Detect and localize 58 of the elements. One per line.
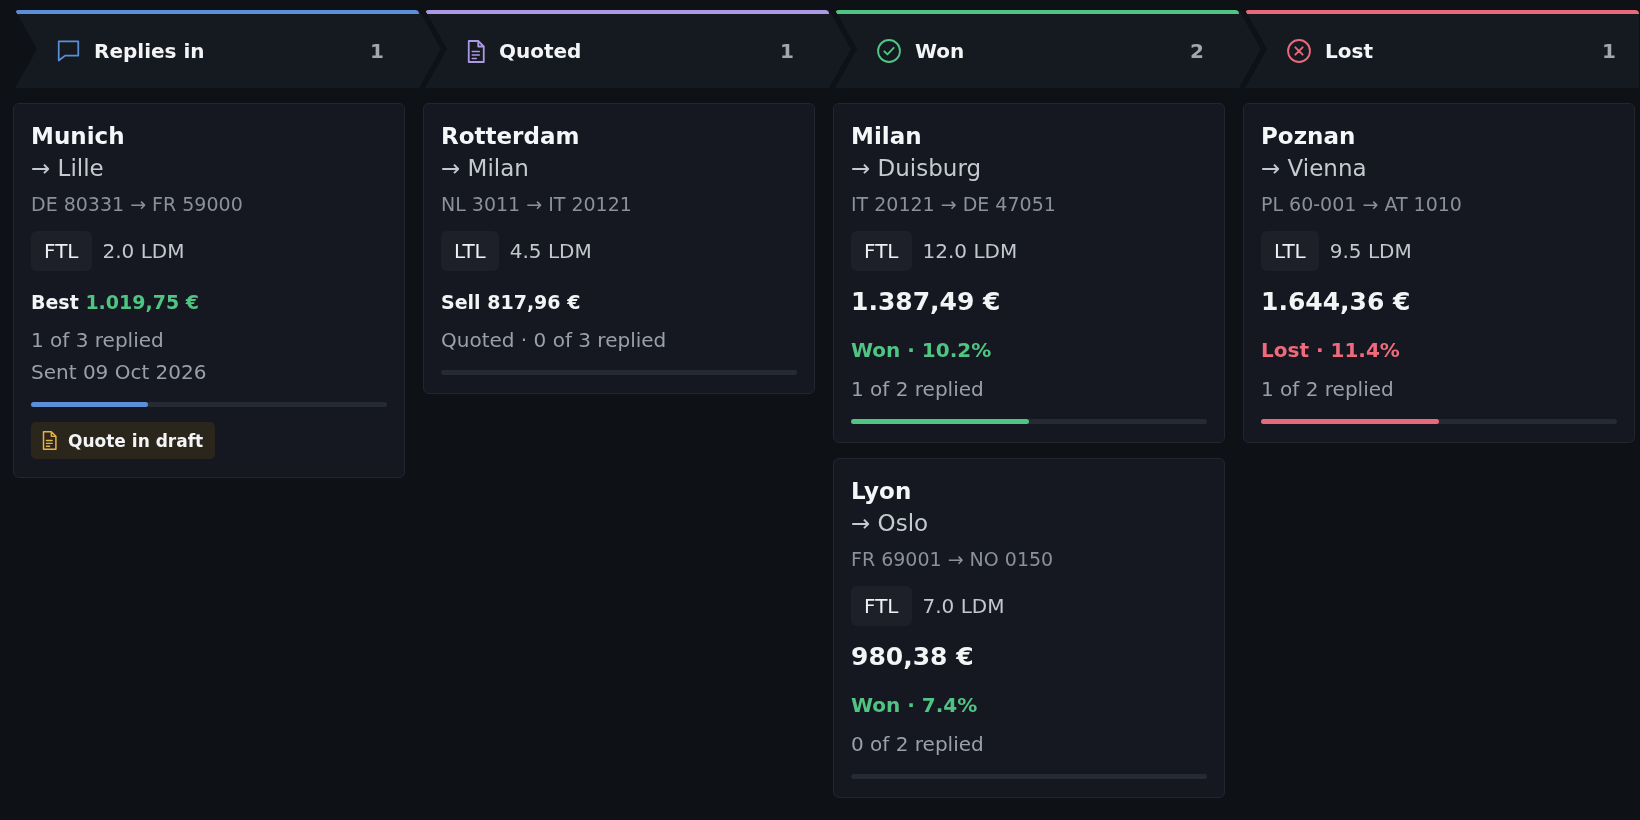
chat-bubble-icon (57, 40, 80, 62)
origin-city: Rotterdam (441, 122, 581, 151)
origin-city: Lyon (851, 477, 913, 506)
column-count: 2 (1190, 39, 1204, 63)
origin-city: Munich (31, 122, 126, 151)
destination-city: → Oslo (851, 509, 930, 538)
destination-city: → Lille (31, 154, 105, 183)
postal-route: FR 69001 → NO 0150 (851, 547, 1055, 572)
load-type-tag: FTL (31, 231, 92, 271)
card-note: Sent 09 Oct 2026 (31, 359, 208, 386)
price-amount: 1.387,49 € (851, 286, 1002, 318)
load-type-tag: FTL (851, 586, 912, 626)
load-type-tag: FTL (851, 231, 912, 271)
loading-meters: 4.5 LDM (509, 239, 592, 263)
destination-city: → Vienna (1261, 154, 1368, 183)
column-count: 1 (370, 39, 384, 63)
card-note: 1 of 3 replied (31, 327, 165, 354)
postal-route: NL 3011 → IT 20121 (441, 192, 633, 217)
destination-city: → Duisburg (851, 154, 983, 183)
destination-city: → Milan (441, 154, 530, 183)
column-count: 1 (780, 39, 794, 63)
card-note: 0 of 2 replied (851, 731, 985, 758)
column-title: Lost (1325, 39, 1374, 63)
column-count: 1 (1602, 39, 1616, 63)
price-line: Sell 817,96 € (441, 290, 582, 315)
loading-meters: 12.0 LDM (922, 239, 1018, 263)
document-icon (467, 39, 485, 63)
price-line: Best 1.019,75 € (31, 290, 200, 315)
outcome-status: Won · 7.4% (851, 692, 979, 719)
loading-meters: 9.5 LDM (1329, 239, 1412, 263)
card-note: 1 of 2 replied (1261, 376, 1395, 403)
shipment-card[interactable]: Lyon → Oslo FR 69001 → NO 0150 FTL 7.0 LDM 980,38 € Won · 7.4% 0 of 2 replied (833, 458, 1225, 798)
card-note: Quoted · 0 of 3 replied (441, 327, 668, 354)
shipment-card[interactable]: Milan → Duisburg IT 20121 → DE 47051 FTL 12.0 LDM 1.387,49 € Won · 10.2% 1 of 2 replied (833, 103, 1225, 443)
draft-badge: Quote in draft (31, 422, 216, 459)
origin-city: Poznan (1261, 122, 1357, 151)
load-type-tag: LTL (441, 231, 499, 271)
postal-route: PL 60-001 → AT 1010 (1261, 192, 1463, 217)
column-title: Quoted (499, 39, 583, 63)
check-circle-icon (877, 39, 901, 63)
load-type-tag: LTL (1261, 231, 1319, 271)
shipment-card[interactable]: Rotterdam → Milan NL 3011 → IT 20121 LTL 4.5 LDM Sell 817,96 € Quoted · 0 of 3 replied (423, 103, 815, 394)
postal-route: DE 80331 → FR 59000 (31, 192, 244, 217)
price-amount: 980,38 € (851, 641, 975, 673)
document-icon (42, 431, 57, 450)
column-title: Replies in (94, 39, 206, 63)
origin-city: Milan (851, 122, 923, 151)
postal-route: IT 20121 → DE 47051 (851, 192, 1057, 217)
price-amount: 1.644,36 € (1261, 286, 1412, 318)
x-circle-icon (1287, 39, 1311, 63)
shipment-card[interactable]: Munich → Lille DE 80331 → FR 59000 FTL 2.0 LDM Best 1.019,75 € 1 of 3 replied Sent 09 Oct 2026 Quote in draft (13, 103, 405, 478)
column-title: Won (915, 39, 966, 63)
loading-meters: 2.0 LDM (102, 239, 185, 263)
outcome-status: Lost · 11.4% (1261, 337, 1401, 364)
shipment-card[interactable]: Poznan → Vienna PL 60-001 → AT 1010 LTL 9.5 LDM 1.644,36 € Lost · 11.4% 1 of 2 replied (1243, 103, 1635, 443)
loading-meters: 7.0 LDM (922, 594, 1005, 618)
card-note: 1 of 2 replied (851, 376, 985, 403)
outcome-status: Won · 10.2% (851, 337, 993, 364)
